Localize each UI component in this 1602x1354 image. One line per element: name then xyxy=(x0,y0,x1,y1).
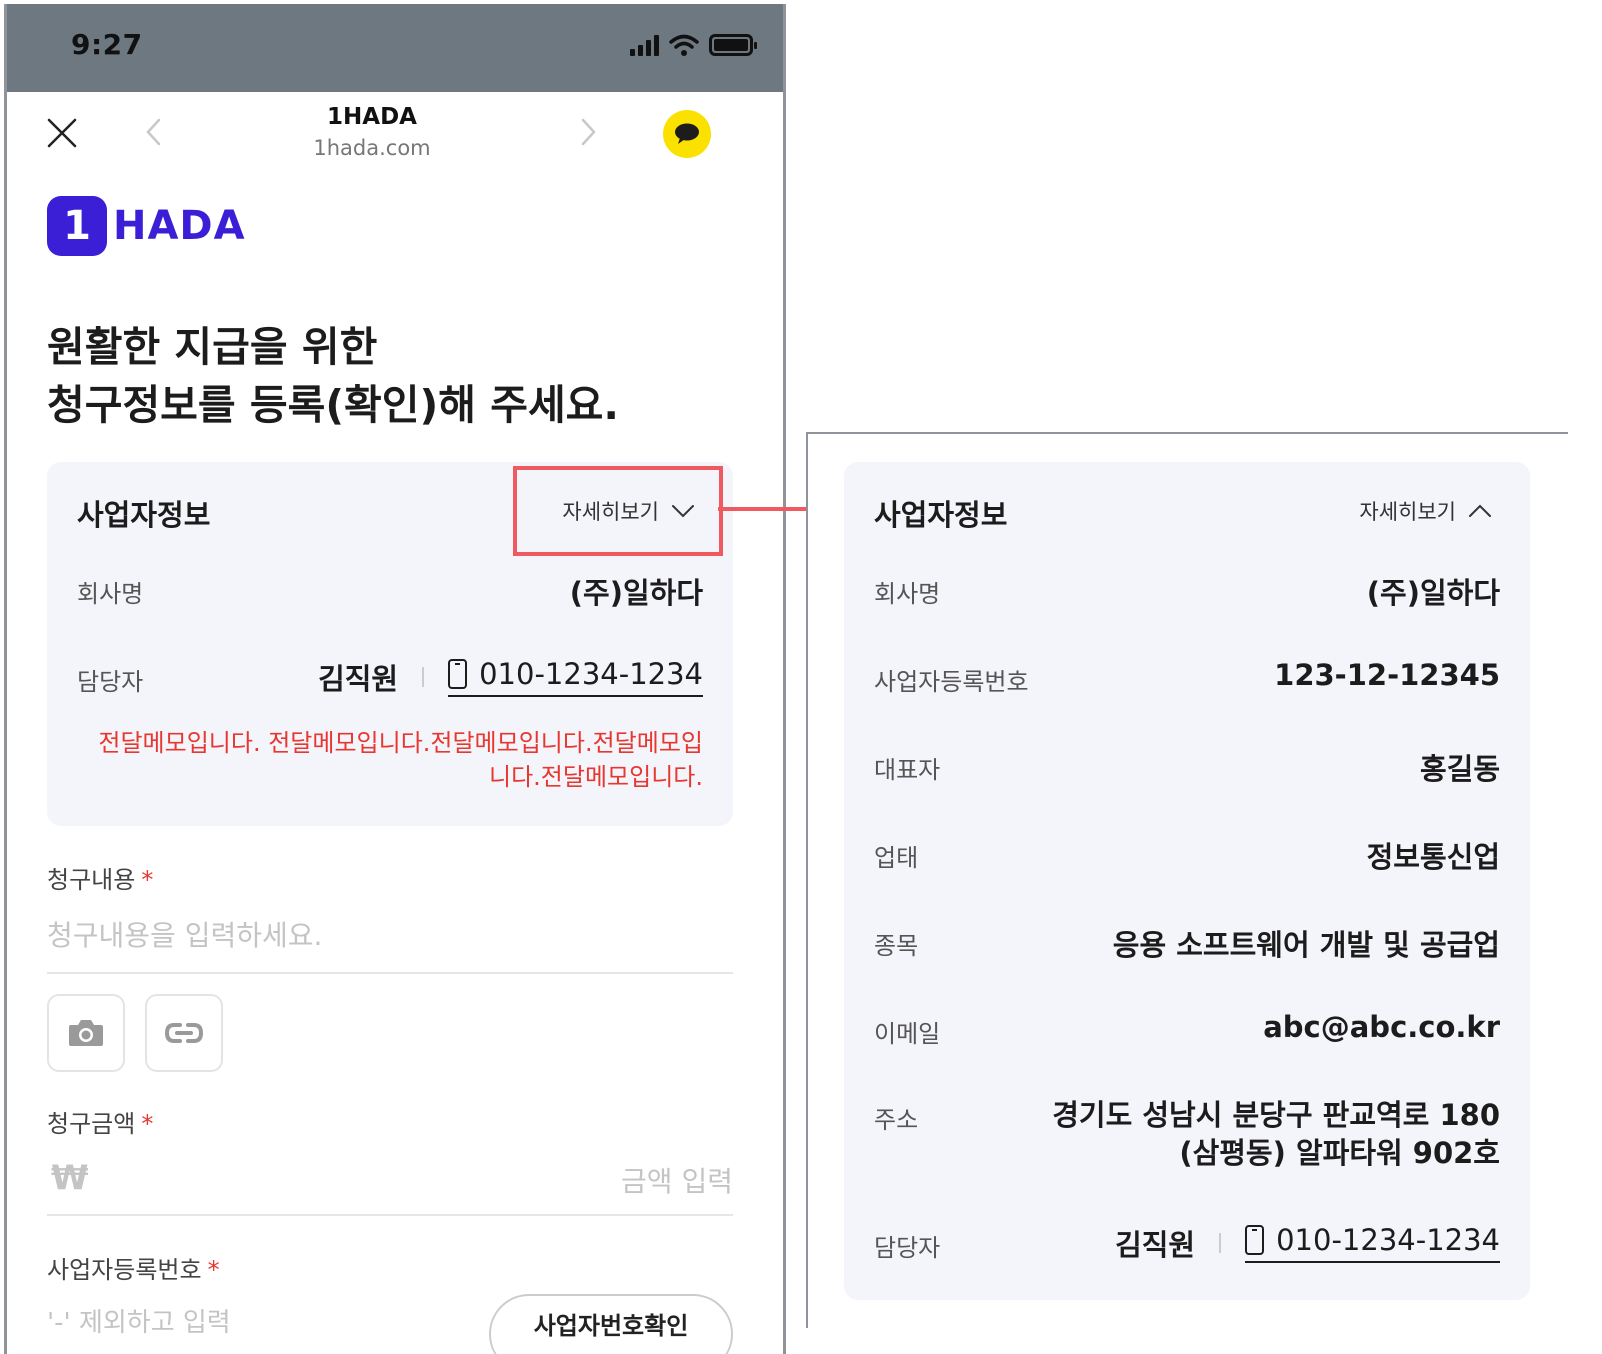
page-headline: 원활한 지급을 위한 청구정보를 등록(확인)해 주세요. xyxy=(47,318,619,434)
biz-no-label-text: 사업자등록번호 xyxy=(47,1256,202,1284)
content-field-label: 청구내용 * xyxy=(47,860,153,895)
status-time: 9:27 xyxy=(71,28,143,61)
kakao-chat-button[interactable] xyxy=(663,110,711,158)
contact-label: 담당자 xyxy=(874,1234,941,1262)
signal-icon xyxy=(630,34,659,56)
content-input[interactable]: 청구내용을 입력하세요. xyxy=(47,914,733,974)
wifi-icon xyxy=(669,34,699,56)
battery-icon xyxy=(709,34,757,56)
row-value: 123-12-12345 xyxy=(1274,658,1500,692)
contact-info: 김직원 010-1234-1234 xyxy=(1115,1222,1500,1264)
required-mark: * xyxy=(207,1256,220,1284)
expanded-panel: 사업자정보 자세히보기 회사명 (주)일하다 사업자등록번호 123-12-12… xyxy=(806,432,1568,1328)
expanded-business-card: 사업자정보 자세히보기 회사명 (주)일하다 사업자등록번호 123-12-12… xyxy=(844,462,1530,1300)
won-icon: ₩ xyxy=(51,1158,89,1198)
contact-name: 김직원 xyxy=(318,662,399,696)
biz-no-field-label: 사업자등록번호 * xyxy=(47,1250,220,1285)
row-value: 홍길동 xyxy=(1419,752,1500,786)
detail-toggle-label: 자세히보기 xyxy=(1359,500,1456,524)
link-icon xyxy=(164,1023,204,1043)
divider xyxy=(1219,1233,1222,1253)
row-label: 이메일 xyxy=(874,1020,941,1048)
row-value: abc@abc.co.kr xyxy=(1263,1010,1500,1044)
contact-label: 담당자 xyxy=(77,668,144,696)
headline-line-2: 청구정보를 등록(확인)해 주세요. xyxy=(47,381,619,429)
camera-button[interactable] xyxy=(47,994,125,1072)
amount-input[interactable]: ₩ 금액 입력 xyxy=(47,1154,733,1216)
mobile-phone-icon xyxy=(1245,1225,1265,1255)
mobile-phone-icon xyxy=(448,659,468,689)
logo-text: HADA xyxy=(113,203,246,249)
row-value: 응용 소프트웨어 개발 및 공급업 xyxy=(1112,928,1500,962)
expanded-card-title: 사업자정보 xyxy=(874,498,1008,532)
address-line-2: (삼평동) 알파타워 902호 xyxy=(1179,1136,1500,1170)
highlight-annotation xyxy=(513,466,723,556)
status-icons xyxy=(630,34,757,56)
row-label: 종목 xyxy=(874,932,919,960)
row-value: (주)일하다 xyxy=(1366,576,1500,610)
row-label: 대표자 xyxy=(874,756,941,784)
chevron-right-icon[interactable] xyxy=(573,114,603,150)
contact-phone-number: 010-1234-1234 xyxy=(479,657,703,691)
link-button[interactable] xyxy=(145,994,223,1072)
contact-phone-link[interactable]: 010-1234-1234 xyxy=(448,657,703,697)
status-bar: 9:27 xyxy=(7,4,783,92)
contact-phone-number: 010-1234-1234 xyxy=(1276,1223,1500,1257)
site-url: 1hada.com xyxy=(313,136,431,160)
contact-info: 김직원 010-1234-1234 xyxy=(318,656,703,698)
camera-icon xyxy=(69,1020,103,1046)
biz-no-check-button[interactable]: 사업자번호확인 xyxy=(489,1294,733,1354)
address-value: 경기도 성남시 분당구 판교역로 180 (삼평동) 알파타워 902호 xyxy=(1052,1096,1500,1172)
company-label: 회사명 xyxy=(77,580,144,608)
row-label: 사업자등록번호 xyxy=(874,668,1029,696)
biz-no-input[interactable]: '-' 제외하고 입력 xyxy=(47,1302,231,1339)
card-title: 사업자정보 xyxy=(77,498,211,532)
detail-toggle-button[interactable]: 자세히보기 xyxy=(1359,496,1492,526)
chevron-up-icon xyxy=(1469,504,1491,517)
close-icon[interactable] xyxy=(45,116,79,150)
phone-screen: 9:27 1HADA 1hada.com 1 HADA 원활한 지급을 위한 청… xyxy=(4,4,786,1354)
address-line-1: 경기도 성남시 분당구 판교역로 180 xyxy=(1052,1098,1500,1132)
amount-placeholder: 금액 입력 xyxy=(621,1165,733,1198)
site-title: 1HADA xyxy=(327,104,417,130)
logo: 1 HADA xyxy=(47,196,246,256)
divider xyxy=(422,667,425,687)
amount-label-text: 청구금액 xyxy=(47,1110,136,1138)
chevron-left-icon[interactable] xyxy=(139,114,169,150)
contact-phone-link[interactable]: 010-1234-1234 xyxy=(1245,1223,1500,1263)
row-value: 정보통신업 xyxy=(1366,840,1500,874)
required-mark: * xyxy=(141,866,154,894)
required-mark: * xyxy=(141,1110,154,1138)
contact-name: 김직원 xyxy=(1115,1228,1196,1262)
delivery-memo: 전달메모입니다. 전달메모입니다.전달메모입니다.전달메모입니다.전달메모입니다… xyxy=(98,729,703,791)
company-value: (주)일하다 xyxy=(569,576,703,610)
kakao-chat-icon xyxy=(675,123,699,144)
row-label: 주소 xyxy=(874,1106,919,1134)
headline-line-1: 원활한 지급을 위한 xyxy=(47,323,378,371)
row-label: 업태 xyxy=(874,844,919,872)
logo-badge: 1 xyxy=(47,196,107,256)
browser-header: 1HADA 1hada.com xyxy=(7,92,783,178)
row-label: 회사명 xyxy=(874,580,941,608)
content-label-text: 청구내용 xyxy=(47,866,136,894)
amount-field-label: 청구금액 * xyxy=(47,1104,153,1139)
